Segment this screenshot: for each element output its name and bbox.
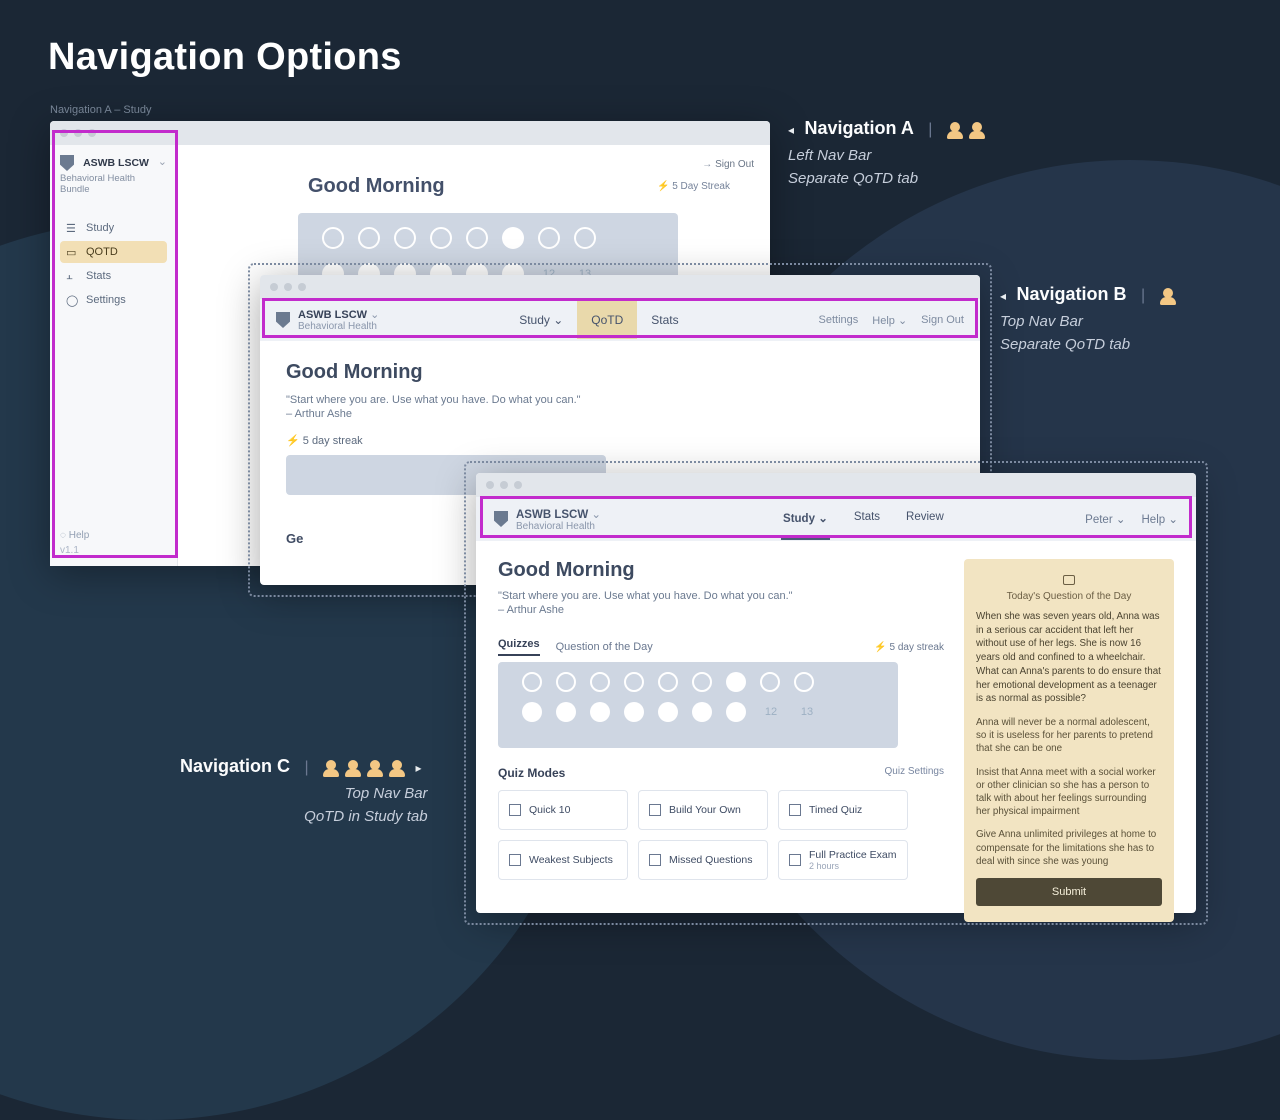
chevron-down-icon[interactable]: ⌄ — [591, 509, 601, 521]
chevron-down-icon: ⌄ — [818, 513, 828, 525]
product-title[interactable]: ASWB LSCW — [298, 309, 367, 321]
quiz-card-practice[interactable]: Full Practice Exam2 hours — [778, 840, 908, 880]
person-icon: ◯ — [66, 294, 78, 306]
signout-link[interactable]: Sign Out — [702, 159, 754, 170]
edit-icon — [649, 804, 661, 816]
calendar-icon: ▭ — [66, 246, 78, 258]
signout-link[interactable]: Sign Out — [921, 314, 964, 327]
triangle-left-icon: ◂ — [1000, 289, 1006, 303]
callout-nav-a: ◂ Navigation A | Left Nav BarSeparate Qo… — [788, 118, 985, 190]
qotd-option[interactable]: Insist that Anna meet with a social work… — [976, 766, 1162, 819]
quote: "Start where you are. Use what you have.… — [286, 394, 954, 406]
qotd-option[interactable]: Anna will never be a normal adolescent, … — [976, 716, 1162, 756]
greeting: Good Morning — [286, 361, 954, 384]
person-icon — [947, 122, 963, 138]
quiz-settings-link[interactable]: Quiz Settings — [885, 766, 944, 780]
person-icon — [345, 760, 361, 776]
sidebar-item-settings[interactable]: ◯Settings — [60, 289, 167, 311]
sidebar: ASWB LSCW ⌄ Behavioral Health Bundle ☰St… — [50, 145, 178, 566]
chevron-down-icon[interactable]: ⌄ — [370, 309, 379, 321]
quote-author: – Arthur Ashe — [498, 604, 944, 616]
triangle-left-icon: ◂ — [788, 123, 794, 137]
person-icon — [969, 122, 985, 138]
callout-nav-c: Navigation C | ▸ Top Nav BarQoTD in Stud… — [180, 756, 428, 828]
tab-study[interactable]: Study ⌄ — [781, 498, 830, 540]
tab-qotd[interactable]: QoTD — [577, 301, 637, 339]
help-link[interactable]: Help ⌄ — [872, 314, 907, 327]
tab-stats[interactable]: Stats — [852, 498, 882, 540]
streak-label: 5 day streak — [286, 434, 954, 447]
user-menu[interactable]: Peter ⌄ — [1085, 512, 1125, 526]
top-nav-bar: ASWB LSCW ⌄ Behavioral Health Study ⌄ Qo… — [260, 299, 980, 341]
quiz-card-build[interactable]: Build Your Own — [638, 790, 768, 830]
qotd-option[interactable]: Give Anna unlimited privileges at home t… — [976, 828, 1162, 868]
person-icon — [323, 760, 339, 776]
shield-icon — [276, 312, 290, 328]
subtab-quizzes[interactable]: Quizzes — [498, 638, 540, 656]
sidebar-help[interactable]: ◌ Help — [60, 530, 89, 541]
timer-icon — [789, 804, 801, 816]
tab-review[interactable]: Review — [904, 498, 946, 540]
quiz-card-weakest[interactable]: Weakest Subjects — [498, 840, 628, 880]
chart-icon: ⫠ — [66, 270, 78, 282]
top-nav-bar: ASWB LSCW ⌄ Behavioral Health Study ⌄ St… — [476, 497, 1196, 541]
greeting: Good Morning — [498, 559, 944, 582]
sidebar-item-stats[interactable]: ⫠Stats — [60, 265, 167, 287]
callout-nav-b: ◂ Navigation B | Top Nav BarSeparate QoT… — [1000, 284, 1176, 356]
help-menu[interactable]: Help ⌄ — [1142, 512, 1179, 526]
person-icon — [367, 760, 383, 776]
target-icon — [509, 854, 521, 866]
sidebar-item-qotd[interactable]: ▭QOTD — [60, 241, 167, 263]
list-icon — [789, 854, 801, 866]
calendar-icon — [1063, 575, 1075, 585]
product-subtitle: Behavioral Health — [516, 521, 601, 532]
shield-icon — [494, 511, 508, 527]
person-icon — [1160, 288, 1176, 304]
tab-stats[interactable]: Stats — [637, 301, 692, 339]
tab-study[interactable]: Study ⌄ — [505, 301, 577, 339]
streak-label: 5 Day Streak — [657, 181, 730, 192]
quiz-card-quick10[interactable]: Quick 10 — [498, 790, 628, 830]
sidebar-item-study[interactable]: ☰Study — [60, 217, 167, 239]
product-title: ASWB LSCW — [83, 157, 149, 169]
version-label: v1.1 — [60, 545, 89, 556]
main-content: Good Morning "Start where you are. Use w… — [498, 559, 944, 922]
submit-button[interactable]: Submit — [976, 878, 1162, 906]
settings-link[interactable]: Settings — [819, 314, 859, 327]
list-icon: ☰ — [66, 222, 78, 234]
product-title[interactable]: ASWB LSCW — [516, 509, 588, 521]
greeting: Good Morning — [308, 175, 445, 198]
chevron-down-icon[interactable]: ⌄ — [158, 155, 167, 168]
streak-label: 5 day streak — [874, 642, 944, 653]
product-subtitle: Behavioral Health Bundle — [60, 173, 167, 195]
product-subtitle: Behavioral Health — [298, 321, 379, 332]
quiz-modes-heading: Quiz Modes — [498, 766, 565, 780]
window-caption: Navigation A – Study — [50, 104, 152, 116]
flag-icon — [649, 854, 661, 866]
window-titlebar — [476, 473, 1196, 497]
quiz-card-missed[interactable]: Missed Questions — [638, 840, 768, 880]
quote-author: – Arthur Ashe — [286, 408, 954, 420]
shield-icon — [60, 155, 74, 171]
quiz-card-timed[interactable]: Timed Quiz — [778, 790, 908, 830]
window-titlebar — [50, 121, 770, 145]
chevron-down-icon: ⌄ — [553, 313, 563, 327]
subtab-qotd[interactable]: Question of the Day — [556, 641, 653, 653]
person-icon — [389, 760, 405, 776]
window-titlebar — [260, 275, 980, 299]
help-icon: ◌ — [60, 530, 66, 541]
expand-icon — [509, 804, 521, 816]
quote: "Start where you are. Use what you have.… — [498, 590, 944, 602]
streak-card: 1213 — [498, 662, 898, 748]
qotd-header: Today's Question of the Day — [1007, 591, 1132, 602]
qotd-panel: Today's Question of the Day When she was… — [964, 559, 1174, 922]
page-title: Navigation Options — [48, 36, 402, 79]
triangle-right-icon: ▸ — [416, 761, 422, 775]
qotd-question: When she was seven years old, Anna was i… — [976, 610, 1162, 706]
window-nav-c: ASWB LSCW ⌄ Behavioral Health Study ⌄ St… — [476, 473, 1196, 913]
